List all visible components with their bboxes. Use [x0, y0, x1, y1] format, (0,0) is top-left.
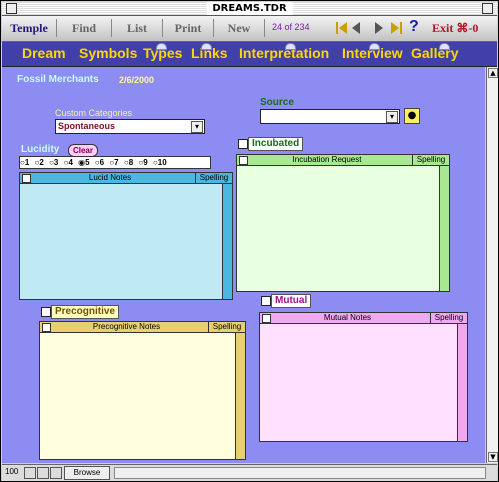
- tab-dream[interactable]: Dream: [22, 45, 66, 61]
- incubation-scrollbar[interactable]: [439, 166, 449, 291]
- incubation-request-panel[interactable]: Incubation Request Spelling: [236, 154, 450, 292]
- last-record-icon[interactable]: [390, 21, 404, 35]
- lucid-notes-scrollbar[interactable]: [222, 184, 232, 299]
- mutual-notes-title: Mutual Notes: [323, 313, 372, 322]
- lucidity-radio-7[interactable]: ○7: [109, 157, 118, 168]
- tab-marker-icon: [156, 43, 167, 50]
- custom-categories-popup[interactable]: Spontaneous ▾: [55, 119, 205, 134]
- horizontal-scrollbar[interactable]: [114, 467, 486, 479]
- precognitive-label: Precognitive: [51, 305, 120, 319]
- source-popup[interactable]: ▾: [260, 109, 400, 124]
- mode-popup[interactable]: Browse: [64, 466, 110, 480]
- lucid-notes-header: Lucid Notes Spelling: [20, 173, 232, 184]
- tab-marker-icon: [201, 43, 212, 50]
- lucidity-label: Lucidity: [21, 144, 60, 155]
- lucid-notes-panel[interactable]: Lucid Notes Spelling: [19, 172, 233, 300]
- lucidity-radio-2[interactable]: ○2: [35, 157, 44, 168]
- popup-arrow-icon: ▾: [386, 111, 398, 123]
- record-counter: 24 of 234: [272, 22, 310, 32]
- scroll-up-icon[interactable]: ▲: [488, 68, 498, 78]
- tab-symbols[interactable]: Symbols: [79, 45, 137, 61]
- record-layout: Fossil Merchants 2/6/2000 Custom Categor…: [2, 67, 485, 463]
- print-button[interactable]: Print: [163, 19, 214, 37]
- toolbar: Temple Find List Print New 24 of 234 ? E…: [2, 16, 497, 42]
- tab-marker-icon: [285, 43, 296, 50]
- lucid-notes-text[interactable]: [22, 186, 220, 297]
- incubation-request-header: Incubation Request Spelling: [237, 155, 449, 166]
- custom-categories-label: Custom Categories: [55, 108, 133, 118]
- window-title: DREAMS.TDR: [206, 2, 293, 15]
- custom-categories-value: Spontaneous: [58, 121, 116, 131]
- first-record-icon[interactable]: [335, 21, 349, 35]
- mutual-checkbox[interactable]: [261, 296, 271, 306]
- precognitive-notes-header: Precognitive Notes Spelling: [40, 322, 245, 333]
- incubation-request-title: Incubation Request: [292, 155, 362, 164]
- popup-arrow-icon: ▾: [191, 121, 203, 133]
- app-window: DREAMS.TDR Temple Find List Print New 24…: [0, 0, 499, 482]
- precognitive-notes-text[interactable]: [42, 335, 233, 457]
- lucid-spelling-button[interactable]: Spelling: [195, 173, 232, 183]
- zoom-box[interactable]: [482, 3, 493, 14]
- lucidity-radio-1[interactable]: ○1: [20, 157, 29, 168]
- record-title: Fossil Merchants: [17, 74, 99, 85]
- precognitive-checkbox[interactable]: [41, 307, 51, 317]
- zoom-in-icon[interactable]: [37, 467, 49, 479]
- zoom-out-icon[interactable]: [24, 467, 36, 479]
- lucidity-radio-3[interactable]: ○3: [49, 157, 58, 168]
- status-area-icon[interactable]: [50, 467, 62, 479]
- note-icon: [262, 314, 271, 323]
- source-label: Source: [260, 97, 294, 108]
- section-tabs: Dream Symbols Types Links Interpretation…: [2, 42, 497, 67]
- next-record-icon[interactable]: [375, 22, 383, 34]
- lucidity-radio-group: ○1 ○2 ○3 ○4 ◉5 ○6 ○7 ○8 ○9 ○10: [19, 156, 211, 169]
- find-button[interactable]: Find: [57, 19, 112, 37]
- list-button[interactable]: List: [112, 19, 163, 37]
- lucid-notes-title: Lucid Notes: [88, 173, 132, 182]
- mutual-label: Mutual: [271, 294, 312, 308]
- precognitive-scrollbar[interactable]: [235, 333, 245, 459]
- precognitive-spelling-button[interactable]: Spelling: [208, 322, 245, 332]
- precognitive-notes-title: Precognitive Notes: [92, 322, 161, 331]
- lucidity-radio-6[interactable]: ○6: [95, 157, 104, 168]
- incubation-request-text[interactable]: [239, 168, 437, 289]
- window-vertical-scrollbar[interactable]: ▲ ▼: [486, 67, 498, 463]
- temple-button[interactable]: Temple: [2, 19, 57, 37]
- lightbulb-icon[interactable]: ●: [404, 108, 420, 124]
- incubated-label: Incubated: [248, 137, 304, 151]
- title-bar[interactable]: DREAMS.TDR: [2, 2, 497, 16]
- close-box[interactable]: [6, 3, 17, 14]
- mutual-scrollbar[interactable]: [457, 324, 467, 441]
- lucidity-radio-5[interactable]: ◉5: [78, 157, 89, 168]
- previous-record-icon[interactable]: [352, 22, 360, 34]
- note-icon: [22, 174, 31, 183]
- record-date: 2/6/2000: [119, 75, 155, 85]
- zoom-level[interactable]: 100: [5, 467, 18, 476]
- help-button[interactable]: ?: [409, 18, 419, 36]
- note-icon: [239, 156, 248, 165]
- incubated-checkbox[interactable]: [238, 139, 248, 149]
- lucidity-radio-9[interactable]: ○9: [138, 157, 147, 168]
- mutual-notes-header: Mutual Notes Spelling: [260, 313, 467, 324]
- mutual-notes-text[interactable]: [262, 326, 455, 439]
- tab-gallery[interactable]: Gallery: [411, 45, 458, 61]
- precognitive-notes-panel[interactable]: Precognitive Notes Spelling: [39, 321, 246, 460]
- scroll-down-icon[interactable]: ▼: [488, 452, 498, 462]
- tab-marker-icon: [369, 43, 380, 50]
- new-button[interactable]: New: [214, 19, 265, 37]
- exit-button[interactable]: Exit ⌘-0: [432, 19, 478, 37]
- lucidity-radio-4[interactable]: ○4: [64, 157, 73, 168]
- note-icon: [42, 323, 51, 332]
- status-bar: 100 Browse: [2, 464, 497, 481]
- mutual-notes-panel[interactable]: Mutual Notes Spelling: [259, 312, 468, 442]
- tab-marker-icon: [439, 43, 450, 50]
- lucidity-radio-10[interactable]: ○10: [153, 157, 167, 168]
- lucidity-radio-8[interactable]: ○8: [124, 157, 133, 168]
- mutual-spelling-button[interactable]: Spelling: [430, 313, 467, 323]
- incubation-spelling-button[interactable]: Spelling: [412, 155, 449, 165]
